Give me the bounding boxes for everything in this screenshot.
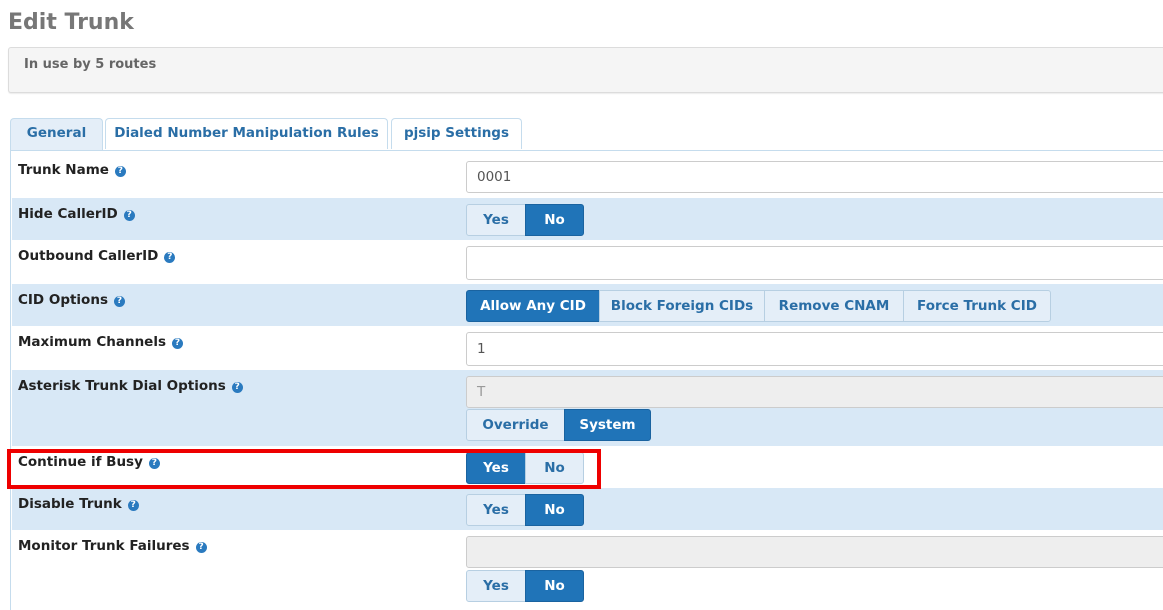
row-hide-callerid: Hide CallerID? Yes No — [12, 198, 1163, 240]
outbound-callerid-label: Outbound CallerID? — [18, 248, 176, 264]
row-disable-trunk: Disable Trunk? Yes No — [12, 488, 1163, 530]
help-icon[interactable]: ? — [195, 542, 207, 553]
system-button[interactable]: System — [564, 409, 651, 441]
max-channels-label: Maximum Channels? — [18, 334, 183, 350]
trunk-name-label: Trunk Name? — [18, 162, 126, 178]
hide-callerid-no-button[interactable]: No — [525, 204, 584, 236]
row-max-channels: Maximum Channels? 1 — [12, 326, 1163, 370]
cid-options-label: CID Options? — [18, 292, 125, 308]
override-button[interactable]: Override — [466, 409, 565, 441]
help-icon[interactable]: ? — [123, 210, 135, 221]
dial-options-input[interactable]: T — [466, 376, 1163, 408]
disable-trunk-label: Disable Trunk? — [18, 496, 139, 512]
row-monitor-failures: Monitor Trunk Failures? Yes No — [12, 530, 1163, 610]
help-icon[interactable]: ? — [231, 382, 243, 393]
hide-callerid-toggle: Yes No — [466, 204, 584, 236]
monitor-failures-toggle: Yes No — [466, 570, 584, 602]
page-title: Edit Trunk — [8, 10, 134, 35]
monitor-failures-input[interactable] — [466, 536, 1163, 568]
tab-pjsip-settings[interactable]: pjsip Settings — [391, 118, 522, 149]
help-icon[interactable]: ? — [114, 166, 126, 177]
trunk-name-input[interactable]: 0001 — [466, 161, 1163, 193]
disable-trunk-yes-button[interactable]: Yes — [466, 494, 526, 526]
remove-cnam-button[interactable]: Remove CNAM — [764, 290, 904, 322]
disable-trunk-no-button[interactable]: No — [525, 494, 584, 526]
hide-callerid-label: Hide CallerID? — [18, 206, 135, 222]
allow-any-cid-button[interactable]: Allow Any CID — [466, 290, 600, 322]
tab-dialed-number-manipulation-rules[interactable]: Dialed Number Manipulation Rules — [105, 118, 388, 149]
dial-options-toggle: Override System — [466, 409, 651, 441]
help-icon[interactable]: ? — [113, 296, 125, 307]
row-dial-options: Asterisk Trunk Dial Options? T Override … — [12, 370, 1163, 446]
row-cid-options: CID Options? Allow Any CID Block Foreign… — [12, 284, 1163, 326]
monitor-failures-label: Monitor Trunk Failures? — [18, 538, 207, 554]
highlight-box — [7, 449, 601, 489]
dial-options-label: Asterisk Trunk Dial Options? — [18, 378, 243, 394]
outbound-callerid-input[interactable] — [466, 246, 1163, 280]
help-icon[interactable]: ? — [164, 252, 176, 263]
hide-callerid-yes-button[interactable]: Yes — [466, 204, 526, 236]
tab-general[interactable]: General — [10, 118, 103, 150]
block-foreign-cids-button[interactable]: Block Foreign CIDs — [599, 290, 765, 322]
max-channels-input[interactable]: 1 — [466, 332, 1163, 366]
general-form: Trunk Name? 0001 Hide CallerID? Yes No O… — [10, 150, 1163, 610]
force-trunk-cid-button[interactable]: Force Trunk CID — [903, 290, 1051, 322]
disable-trunk-toggle: Yes No — [466, 494, 584, 526]
info-panel: In use by 5 routes — [8, 47, 1163, 93]
help-icon[interactable]: ? — [172, 338, 183, 349]
usage-info: In use by 5 routes — [24, 57, 157, 72]
monitor-failures-yes-button[interactable]: Yes — [466, 570, 526, 602]
cid-options-toggle: Allow Any CID Block Foreign CIDs Remove … — [466, 290, 1051, 322]
row-trunk-name: Trunk Name? 0001 — [12, 150, 1163, 198]
tab-bar: General Dialed Number Manipulation Rules… — [10, 118, 1163, 151]
help-icon[interactable]: ? — [127, 500, 139, 511]
row-outbound-callerid: Outbound CallerID? — [12, 240, 1163, 284]
monitor-failures-no-button[interactable]: No — [525, 570, 584, 602]
